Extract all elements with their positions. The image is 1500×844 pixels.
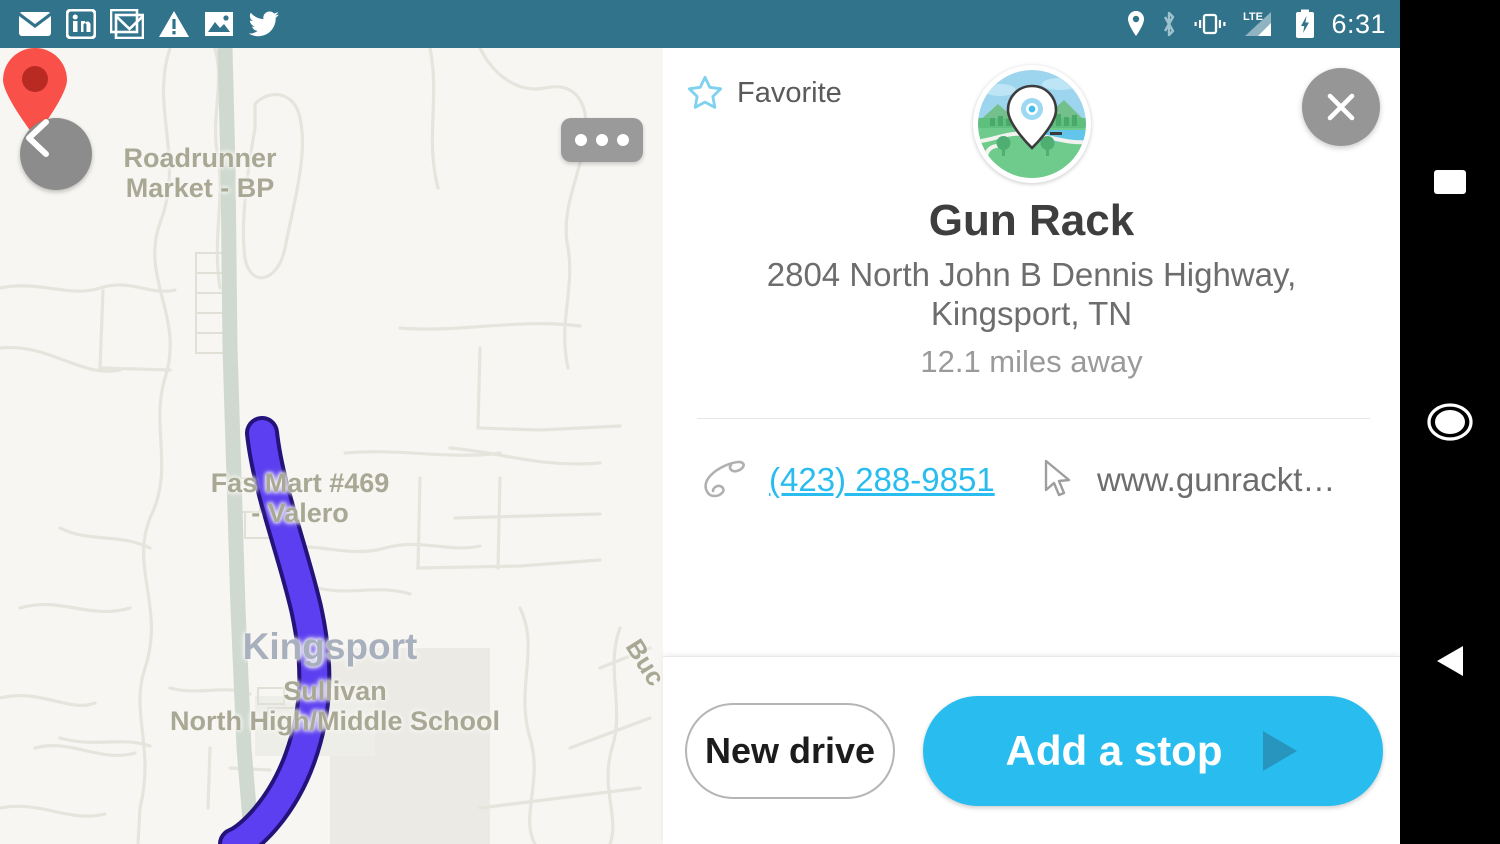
place-distance: 12.1 miles away (920, 344, 1143, 379)
new-drive-button[interactable]: New drive (685, 702, 895, 799)
contact-row: (423) 288-9851 www.gunrackt… (663, 458, 1400, 502)
close-button[interactable] (1302, 68, 1380, 146)
map-view[interactable]: Roadrunner Market - BP Fas Mart #469 - V… (0, 48, 663, 844)
cursor-arrow-icon (1044, 459, 1071, 497)
status-bar-system-icons: LTE 6:31 (1126, 9, 1400, 39)
star-outline-icon (687, 75, 723, 109)
location-icon (1128, 11, 1145, 36)
favorite-button[interactable]: Favorite (685, 73, 842, 113)
status-bar-clock: 6:31 (1331, 8, 1386, 39)
play-triangle-icon (1262, 730, 1297, 771)
lte-signal-icon: LTE (1243, 11, 1272, 36)
envelope-icon (18, 12, 52, 36)
android-navigation-bar (1400, 0, 1500, 844)
image-icon (205, 12, 233, 36)
bluetooth-icon (1164, 11, 1175, 37)
close-x-icon (1327, 93, 1355, 121)
recents-button[interactable] (1434, 170, 1466, 194)
overflow-dot (596, 134, 608, 146)
back-button-nav[interactable] (1431, 640, 1469, 680)
status-bar: LTE 6:31 (0, 0, 1400, 48)
website-link[interactable]: www.gunrackt… (1097, 461, 1335, 499)
address-line-2: Kingsport, TN (930, 294, 1133, 332)
add-a-stop-button[interactable]: Add a stop (923, 695, 1383, 806)
gmail-stack-icon (110, 9, 144, 39)
section-divider (697, 418, 1370, 419)
back-chevron-icon (26, 119, 49, 157)
battery-charging-icon (1296, 9, 1315, 38)
place-address: 2804 North John B Dennis Highway, Kingsp… (753, 256, 1310, 334)
vibrate-icon (1194, 13, 1226, 35)
svg-text:LTE: LTE (1243, 11, 1263, 23)
new-drive-label: New drive (704, 729, 876, 771)
place-avatar (972, 65, 1091, 183)
back-button[interactable] (20, 118, 92, 190)
linkedin-icon (66, 9, 96, 39)
website-row[interactable]: www.gunrackt… (1041, 458, 1335, 502)
add-a-stop-label: Add a stop (1005, 726, 1223, 774)
twitter-icon (248, 11, 279, 37)
phone-icon (704, 460, 745, 498)
home-button[interactable] (1427, 400, 1473, 444)
overflow-dot (575, 134, 587, 146)
phone-row[interactable]: (423) 288-9851 (701, 459, 1031, 501)
screen: LTE 6:31 Roadrunner Market - BP Fas Mart… (0, 0, 1500, 844)
status-bar-notification-icons (0, 9, 280, 39)
place-details-content: Favorite Gun Rack 2804 North John B Denn… (663, 48, 1400, 656)
place-details-panel: Favorite Gun Rack 2804 North John B Denn… (663, 48, 1400, 844)
address-line-1: 2804 North John B Dennis Highway, (766, 256, 1297, 293)
warning-icon (159, 11, 189, 37)
place-title: Gun Rack (928, 196, 1135, 245)
phone-number-link[interactable]: (423) 288-9851 (769, 461, 995, 499)
map-pin-avatar (977, 70, 1086, 178)
overflow-dot (617, 134, 629, 146)
map-overflow-button[interactable] (561, 118, 643, 162)
favorite-label: Favorite (737, 76, 842, 109)
map-canvas (0, 48, 663, 844)
action-bar: New drive Add a stop (663, 656, 1400, 844)
